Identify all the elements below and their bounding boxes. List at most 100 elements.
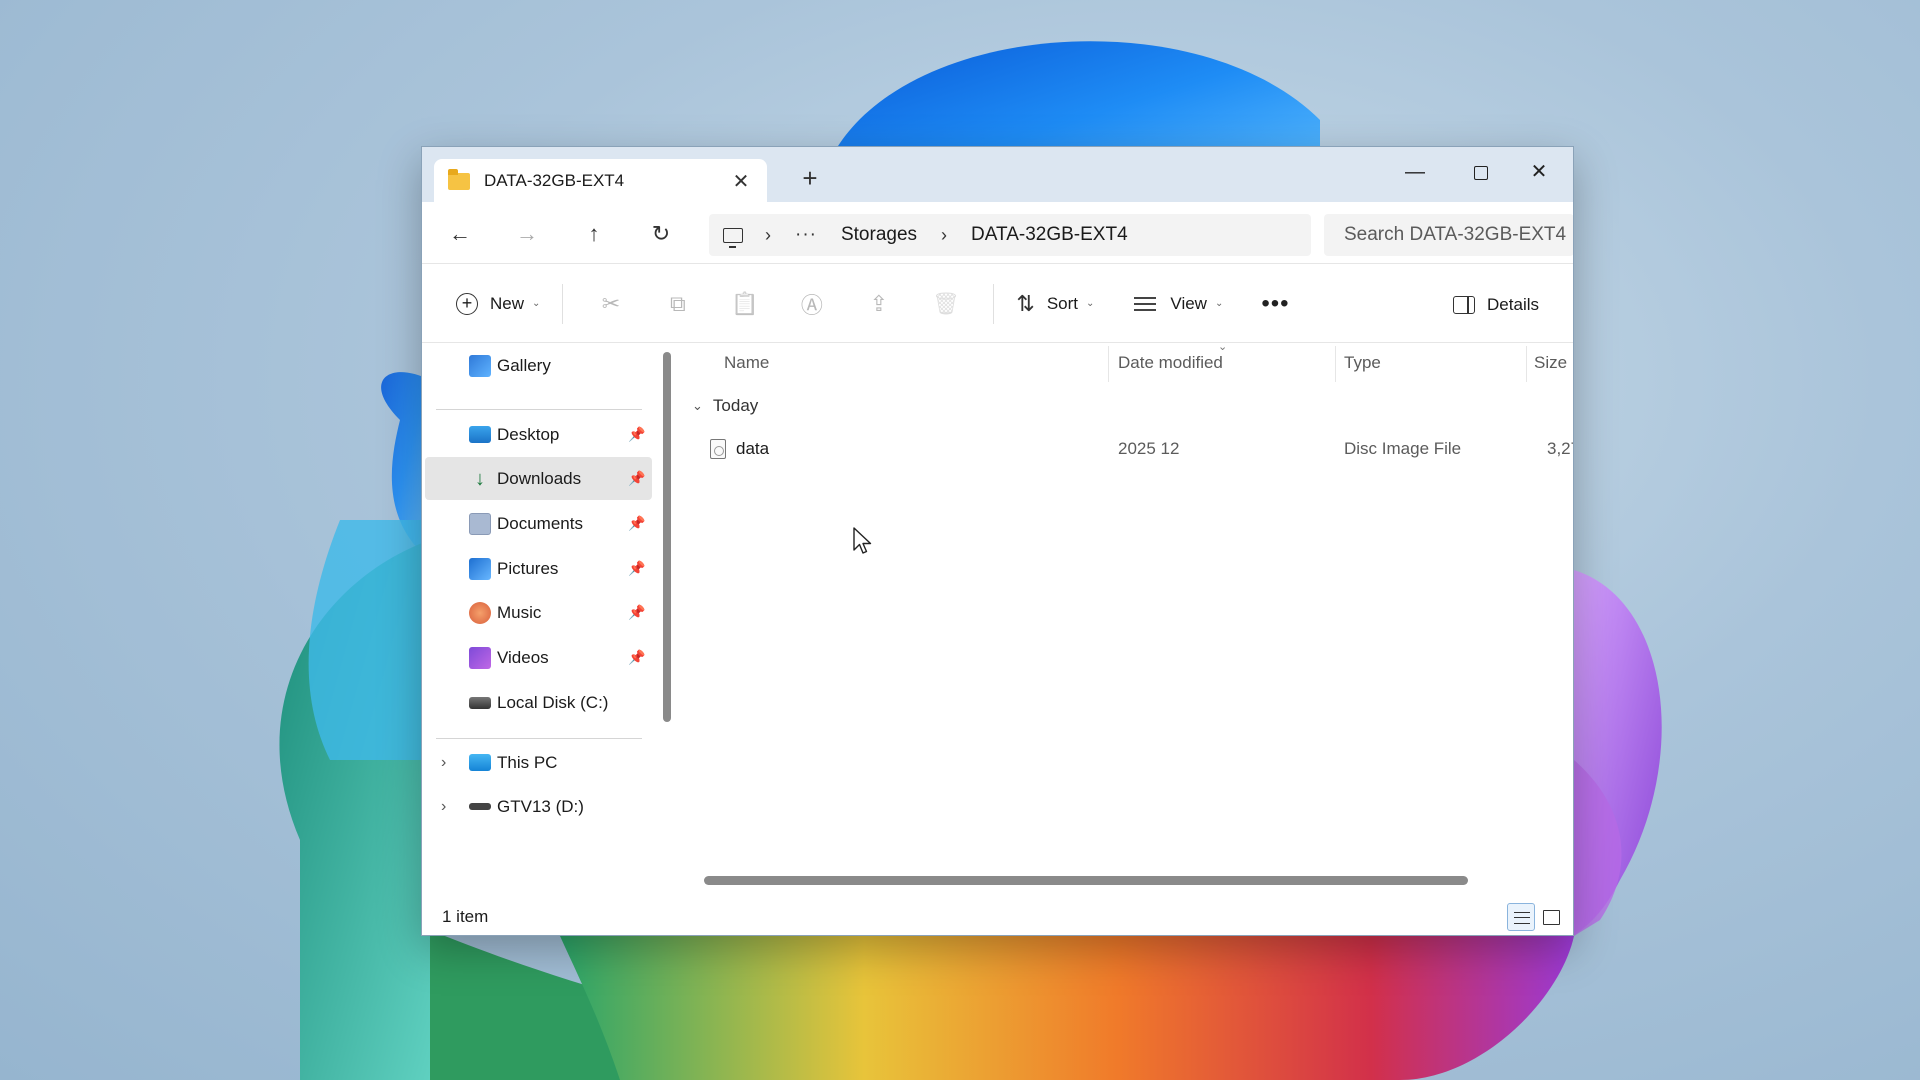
sidebar-item-label: Downloads: [497, 468, 582, 488]
delete-button[interactable]: 🗑: [912, 291, 979, 317]
music-icon: [469, 601, 491, 624]
search-input[interactable]: Search DATA-32GB-EXT4: [1324, 214, 1573, 256]
sidebar-item-label: Local Disk (C:): [497, 692, 609, 712]
sidebar-item-gallery[interactable]: Gallery: [425, 344, 652, 387]
column-divider[interactable]: [1526, 346, 1527, 382]
navigation-pane: Gallery Desktop 📌 ↓ Downloads 📌 Document…: [422, 344, 659, 897]
file-name: data: [736, 439, 770, 458]
mouse-cursor-icon: [853, 527, 872, 554]
column-header-date-modified[interactable]: Date modified: [1118, 344, 1223, 382]
group-header-today[interactable]: ⌄ Today: [692, 396, 758, 416]
large-icons-view-button[interactable]: [1537, 903, 1565, 931]
breadcrumb-data-32gb-ext4[interactable]: DATA-32GB-EXT4: [971, 224, 1128, 246]
sidebar-item-label: GTV13 (D:): [497, 796, 584, 816]
new-label: New: [490, 293, 525, 313]
close-window-button[interactable]: ✕: [1511, 155, 1567, 189]
new-button[interactable]: + New ⌄: [448, 284, 548, 324]
column-header-name[interactable]: Name: [724, 344, 769, 382]
documents-icon: [469, 512, 491, 535]
column-divider[interactable]: [1335, 346, 1336, 382]
sidebar-item-downloads[interactable]: ↓ Downloads 📌: [425, 457, 652, 500]
sidebar-item-local-disk[interactable]: Local Disk (C:): [425, 681, 652, 724]
sort-icon: ⇅: [1016, 290, 1035, 316]
minimize-button[interactable]: —: [1387, 155, 1443, 189]
pin-icon[interactable]: 📌: [628, 604, 646, 621]
add-icon: +: [456, 292, 478, 315]
back-button[interactable]: ←: [440, 218, 480, 250]
sort-button[interactable]: ⇅ Sort ⌄: [1008, 284, 1102, 324]
sidebar-divider: [436, 409, 642, 410]
pin-icon[interactable]: 📌: [628, 560, 646, 577]
title-bar: DATA-32GB-EXT4 ✕ + — ✕: [422, 147, 1573, 203]
desktop-icon: [469, 426, 491, 443]
videos-icon: [469, 646, 491, 669]
share-button[interactable]: ⇪: [845, 291, 912, 317]
expand-chevron-icon[interactable]: ›: [441, 798, 446, 816]
details-pane-icon: [1453, 296, 1476, 314]
sidebar-item-videos[interactable]: Videos 📌: [425, 636, 652, 679]
horizontal-scrollbar[interactable]: [678, 872, 1573, 892]
sidebar-item-label: Music: [497, 602, 542, 622]
sidebar-item-desktop[interactable]: Desktop 📌: [425, 413, 652, 456]
maximize-button[interactable]: [1453, 155, 1509, 189]
sidebar-item-label: Pictures: [497, 558, 559, 578]
address-bar[interactable]: › ··· Storages › DATA-32GB-EXT4: [709, 214, 1311, 256]
file-explorer-window: DATA-32GB-EXT4 ✕ + — ✕ ← → ↑ ↻ › ··· Sto…: [421, 146, 1574, 936]
breadcrumb-separator[interactable]: ›: [765, 225, 771, 246]
sidebar-item-pictures[interactable]: Pictures 📌: [425, 547, 652, 590]
file-name-cell[interactable]: data: [710, 430, 1100, 468]
breadcrumb-more-button[interactable]: ···: [795, 224, 817, 246]
expand-chevron-icon[interactable]: ›: [441, 754, 446, 772]
chevron-down-icon: ⌄: [1086, 298, 1095, 309]
paste-button[interactable]: 📋: [711, 291, 778, 317]
file-list: Name ⌄ Date modified Type Size ⌄ Today d…: [678, 341, 1573, 897]
navigation-bar: ← → ↑ ↻ › ··· Storages › DATA-32GB-EXT4 …: [422, 202, 1573, 264]
scrollbar-thumb[interactable]: [704, 876, 1468, 885]
copy-button[interactable]: ⧉: [644, 291, 711, 317]
details-button[interactable]: Details: [1453, 285, 1539, 325]
sidebar-item-label: Videos: [497, 647, 549, 667]
details-view-button[interactable]: [1507, 903, 1535, 931]
new-tab-button[interactable]: +: [791, 161, 829, 195]
sidebar-divider: [436, 738, 642, 739]
downloads-icon: ↓: [475, 467, 485, 490]
sidebar-item-this-pc[interactable]: › This PC: [425, 741, 652, 784]
cut-button[interactable]: ✂: [577, 291, 644, 317]
table-row[interactable]: data 2025 12 Disc Image File 3,27: [678, 430, 1573, 468]
view-button[interactable]: View ⌄: [1126, 284, 1231, 324]
tab-title: DATA-32GB-EXT4: [484, 171, 625, 190]
column-divider[interactable]: [1108, 346, 1109, 382]
tab-data-32gb-ext4[interactable]: DATA-32GB-EXT4 ✕: [434, 159, 767, 203]
see-more-button[interactable]: •••: [1261, 290, 1289, 318]
sidebar-item-label: This PC: [497, 752, 558, 772]
column-header-size[interactable]: Size: [1534, 344, 1567, 382]
refresh-button[interactable]: ↻: [641, 218, 681, 250]
pin-icon[interactable]: 📌: [628, 470, 646, 487]
group-label: Today: [712, 396, 759, 415]
breadcrumb-storages[interactable]: Storages: [841, 224, 917, 246]
sidebar-item-gtv13[interactable]: › GTV13 (D:): [425, 785, 652, 828]
forward-button[interactable]: →: [507, 218, 547, 250]
pin-icon[interactable]: 📌: [628, 426, 646, 443]
column-header-type[interactable]: Type: [1344, 344, 1381, 382]
sidebar-item-documents[interactable]: Documents 📌: [425, 502, 652, 545]
sidebar-item-music[interactable]: Music 📌: [425, 591, 652, 634]
sidebar-item-label: Documents: [497, 513, 583, 533]
sidebar-item-label: Gallery: [497, 355, 551, 375]
folder-icon: [448, 168, 470, 190]
toolbar-divider: [562, 283, 564, 324]
details-label: Details: [1487, 295, 1539, 314]
rename-button[interactable]: Ⓐ: [778, 288, 845, 320]
view-list-icon: [1134, 296, 1157, 311]
up-button[interactable]: ↑: [574, 218, 614, 250]
this-pc-icon[interactable]: [723, 227, 743, 248]
sort-label: Sort: [1046, 293, 1079, 313]
chevron-down-icon: ⌄: [532, 298, 541, 309]
pin-icon[interactable]: 📌: [628, 649, 646, 666]
sidebar-scrollbar[interactable]: [659, 344, 673, 897]
pin-icon[interactable]: 📌: [628, 515, 646, 532]
breadcrumb-separator[interactable]: ›: [941, 225, 947, 246]
scrollbar-thumb[interactable]: [663, 352, 671, 722]
pictures-icon: [469, 557, 491, 580]
close-tab-button[interactable]: ✕: [729, 169, 753, 194]
